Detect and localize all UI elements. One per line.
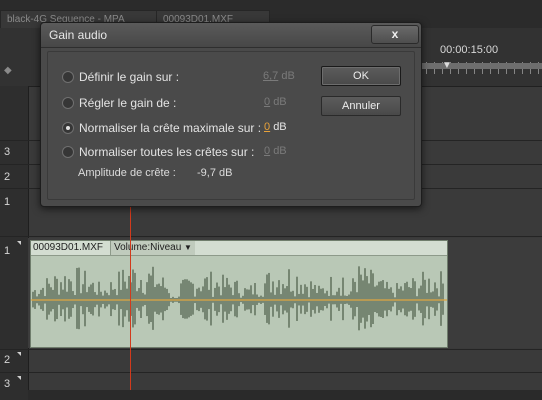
option-label: Définir le gain sur : [79,70,180,84]
set-gain-value[interactable]: 6,7 dB [263,70,295,82]
work-area-bar[interactable] [418,63,542,69]
ruler-timecode: 00:00:15:00 [440,44,499,56]
track-divider [0,349,542,350]
playhead-marker-icon[interactable]: ▼ [442,60,452,72]
collapse-arrow-icon[interactable] [17,241,21,245]
collapse-arrow-icon[interactable] [17,352,21,356]
snap-icon[interactable]: ◆ [4,66,14,76]
audio-clip[interactable]: 00093D01.MXF Volume:Niveau ▼ [30,240,448,348]
audio-track-1-label[interactable]: 1 [4,245,20,257]
gain-audio-dialog: Gain audio x Définir le gain sur : 6,7 d… [40,22,422,207]
radio-normalize-all-peaks[interactable] [62,146,74,158]
close-icon: x [391,27,399,41]
clip-param-dropdown[interactable]: Volume:Niveau ▼ [110,241,195,255]
option-label: Régler le gain de : [79,96,177,110]
close-button[interactable]: x [371,25,419,44]
radio-adjust-gain[interactable] [62,97,74,109]
normalize-all-peaks-value[interactable]: 0 dB [264,145,287,157]
peak-amplitude-value: -9,7 dB [197,167,233,179]
radio-set-gain[interactable] [62,71,74,83]
radio-normalize-max-peak[interactable] [62,122,74,134]
video-track-3-label[interactable]: 3 [4,146,20,158]
clip-header: 00093D01.MXF Volume:Niveau ▼ [31,241,447,256]
waveform-bars [32,266,444,331]
track-divider [0,372,542,373]
video-track-1-label[interactable]: 1 [4,196,20,208]
video-track-2-label[interactable]: 2 [4,171,20,183]
dialog-title: Gain audio [49,28,108,42]
track-divider [0,236,542,237]
option-label: Normaliser toutes les crêtes sur : [79,145,255,159]
clip-param-label: Volume:Niveau [114,242,182,253]
track-header-column [0,86,29,400]
clip-name: 00093D01.MXF [33,242,104,253]
waveform [31,266,447,331]
horizontal-scrollbar[interactable] [28,390,542,400]
option-label: Normaliser la crête maximale sur : [79,121,262,135]
dialog-titlebar[interactable]: Gain audio x [41,23,421,48]
peak-amplitude-label: Amplitude de crête : [78,167,176,179]
ok-button[interactable]: OK [321,66,401,86]
normalize-max-peak-value[interactable]: 0 dB [264,121,287,133]
chevron-down-icon: ▼ [184,243,192,252]
cancel-button[interactable]: Annuler [321,96,401,116]
collapse-arrow-icon[interactable] [17,376,21,380]
adjust-gain-value[interactable]: 0 dB [264,96,287,108]
